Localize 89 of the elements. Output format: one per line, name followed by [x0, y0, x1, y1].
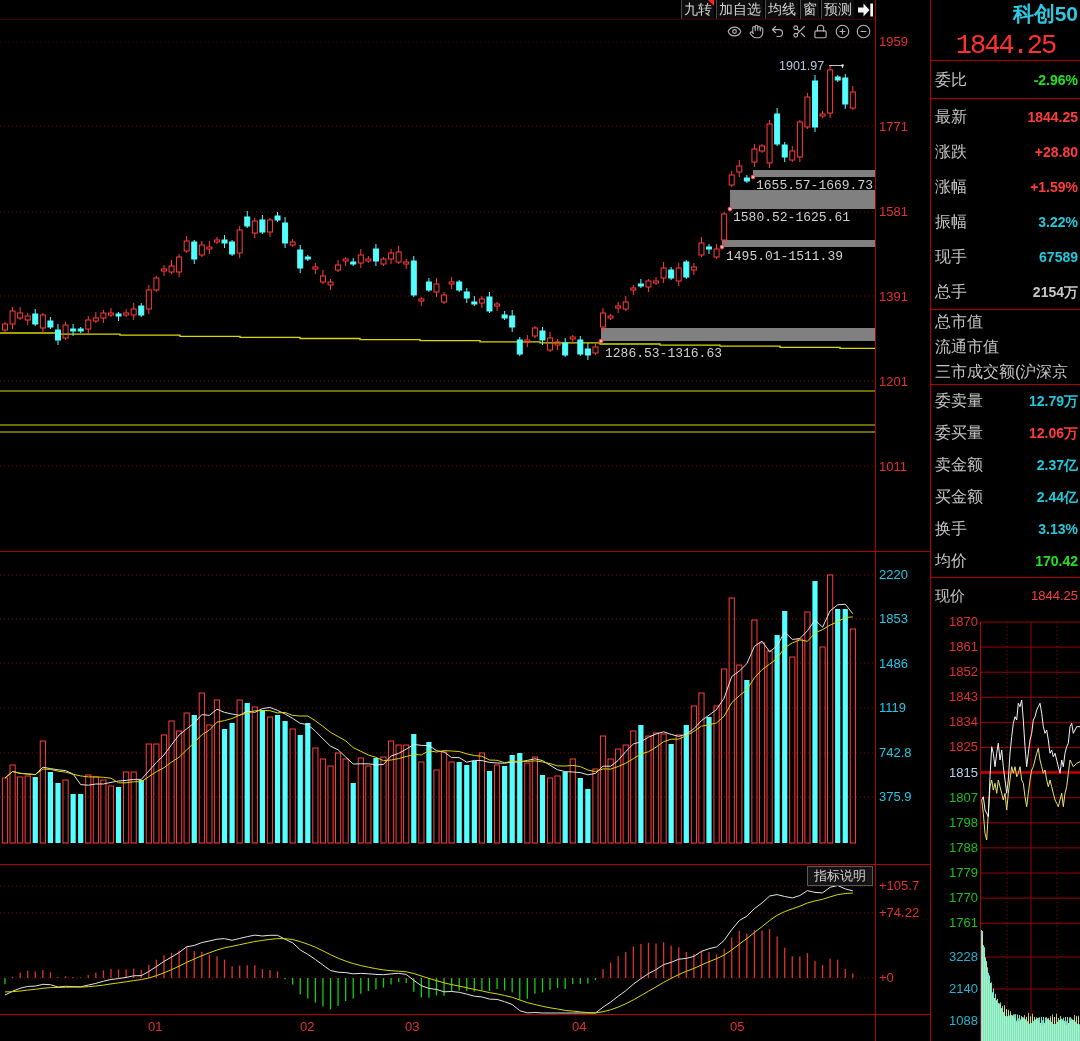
date-axis-label: 04: [572, 1020, 587, 1034]
quote-label: 现价: [935, 587, 965, 606]
indicator-axis-label: +74.22: [879, 906, 920, 920]
quote-label: 总市值: [935, 313, 983, 332]
gap-range-label: 1580.52-1625.61: [733, 210, 851, 225]
intraday-price-label: 1761: [949, 916, 978, 931]
intraday-volume-label: 3228: [949, 949, 978, 964]
indicator-axis-label: +105.7: [879, 879, 920, 893]
quote-label: 涨跌: [935, 142, 967, 161]
quote-label: 总手: [935, 282, 967, 301]
volume-axis-label: 1486: [879, 656, 908, 671]
arrow-to-line-icon[interactable]: [858, 2, 873, 17]
intraday-price-label: 1815: [949, 765, 978, 780]
quote-value: 1844.25: [1031, 588, 1078, 605]
intraday-price-label: 1843: [949, 690, 978, 705]
quote-value: 2.44亿: [1036, 488, 1078, 505]
scissors-icon[interactable]: [791, 23, 807, 39]
volume-axis-label: 742.8: [879, 745, 912, 760]
indicator-axis-label: +0: [879, 971, 894, 985]
quote-label: 三市成交额(沪深京: [935, 362, 1069, 381]
quote-label: 涨幅: [935, 177, 967, 196]
plus-circle-icon[interactable]: [834, 23, 850, 39]
price-axis-label: 1771: [879, 120, 908, 134]
quote-value: 1844.25: [1027, 108, 1078, 125]
quote-label: 委比: [935, 70, 967, 89]
date-axis-label: 02: [300, 1020, 315, 1034]
volume-axis-label: 1853: [879, 612, 908, 627]
intraday-price-label: 1852: [949, 665, 978, 680]
intraday-price-label: 1798: [949, 815, 978, 830]
price-axis-label: 1201: [879, 375, 908, 389]
quote-label: 换手: [935, 519, 967, 538]
date-axis-label: 03: [405, 1020, 420, 1034]
quote-label: 委买量: [935, 423, 983, 442]
intraday-price-label: 1788: [949, 840, 978, 855]
quote-value: 3.22%: [1038, 213, 1078, 230]
quote-value: 67589: [1039, 248, 1078, 265]
minus-circle-icon[interactable]: [856, 23, 871, 39]
intraday-price-label: 1870: [949, 614, 978, 629]
quote-label: 振幅: [935, 212, 967, 231]
toolbar-button[interactable]: 九转: [681, 0, 714, 19]
lock-icon[interactable]: [813, 23, 828, 39]
quote-label: 均价: [935, 551, 967, 570]
quote-value: +1.59%: [1030, 178, 1078, 195]
quote-value: -2.96%: [1033, 71, 1078, 88]
undo-icon[interactable]: [770, 23, 785, 39]
volume-axis-label: 1119: [879, 701, 906, 716]
gap-range-label: 1655.57-1669.73: [756, 178, 874, 193]
price-axis-label: 1959: [879, 35, 908, 49]
current-price: 1844.25: [955, 33, 1056, 59]
quote-label: 现手: [935, 247, 967, 266]
toolbar-button[interactable]: 预测: [821, 0, 854, 19]
date-axis-label: 01: [148, 1020, 163, 1034]
toolbar-button[interactable]: 加自选: [716, 0, 763, 19]
intraday-volume-label: 2140: [949, 981, 978, 996]
price-axis-label: 1391: [879, 290, 908, 304]
indicator-help-button[interactable]: 指标说明: [807, 866, 873, 886]
intraday-price-label: 1834: [949, 715, 978, 730]
intraday-price-label: 1861: [949, 640, 978, 655]
hand-icon[interactable]: [748, 23, 764, 39]
quote-value: 3.13%: [1038, 520, 1078, 537]
quote-label: 委卖量: [935, 391, 983, 410]
quote-value: 12.79万: [1028, 392, 1078, 409]
high-price-label: 1901.97: [779, 59, 825, 73]
price-axis-label: 1581: [879, 205, 908, 219]
volume-axis-label: 375.9: [879, 789, 912, 804]
volume-axis-label: 2220: [879, 568, 908, 582]
intraday-price-label: 1770: [949, 891, 978, 905]
eye-icon[interactable]: [727, 23, 742, 39]
quote-value: 2.37亿: [1036, 456, 1078, 473]
gap-range-label: 1495.01-1511.39: [726, 249, 844, 264]
intraday-volume-label: 1088: [949, 1013, 978, 1028]
quote-label: 卖金额: [935, 455, 983, 474]
quote-value: 170.42: [1035, 552, 1078, 569]
intraday-price-label: 1807: [949, 790, 978, 805]
quote-value: +28.80: [1034, 143, 1078, 160]
toolbar-button[interactable]: 均线: [765, 0, 798, 19]
intraday-price-label: 1825: [949, 740, 978, 755]
leader-line: [828, 64, 844, 69]
quote-label: 买金额: [935, 487, 983, 506]
gap-range-label: 1286.53-1316.63: [605, 346, 723, 361]
quote-label: 最新: [935, 107, 967, 126]
quote-value: 2154万: [1032, 283, 1078, 300]
date-axis-label: 05: [730, 1020, 745, 1034]
toolbar-button[interactable]: 窗: [800, 0, 819, 19]
quote-value: 12.06万: [1028, 424, 1078, 441]
intraday-price-label: 1779: [949, 865, 978, 880]
price-axis-label: 1011: [879, 460, 907, 474]
index-name: 科创50: [1012, 2, 1078, 26]
quote-label: 流通市值: [935, 338, 999, 356]
